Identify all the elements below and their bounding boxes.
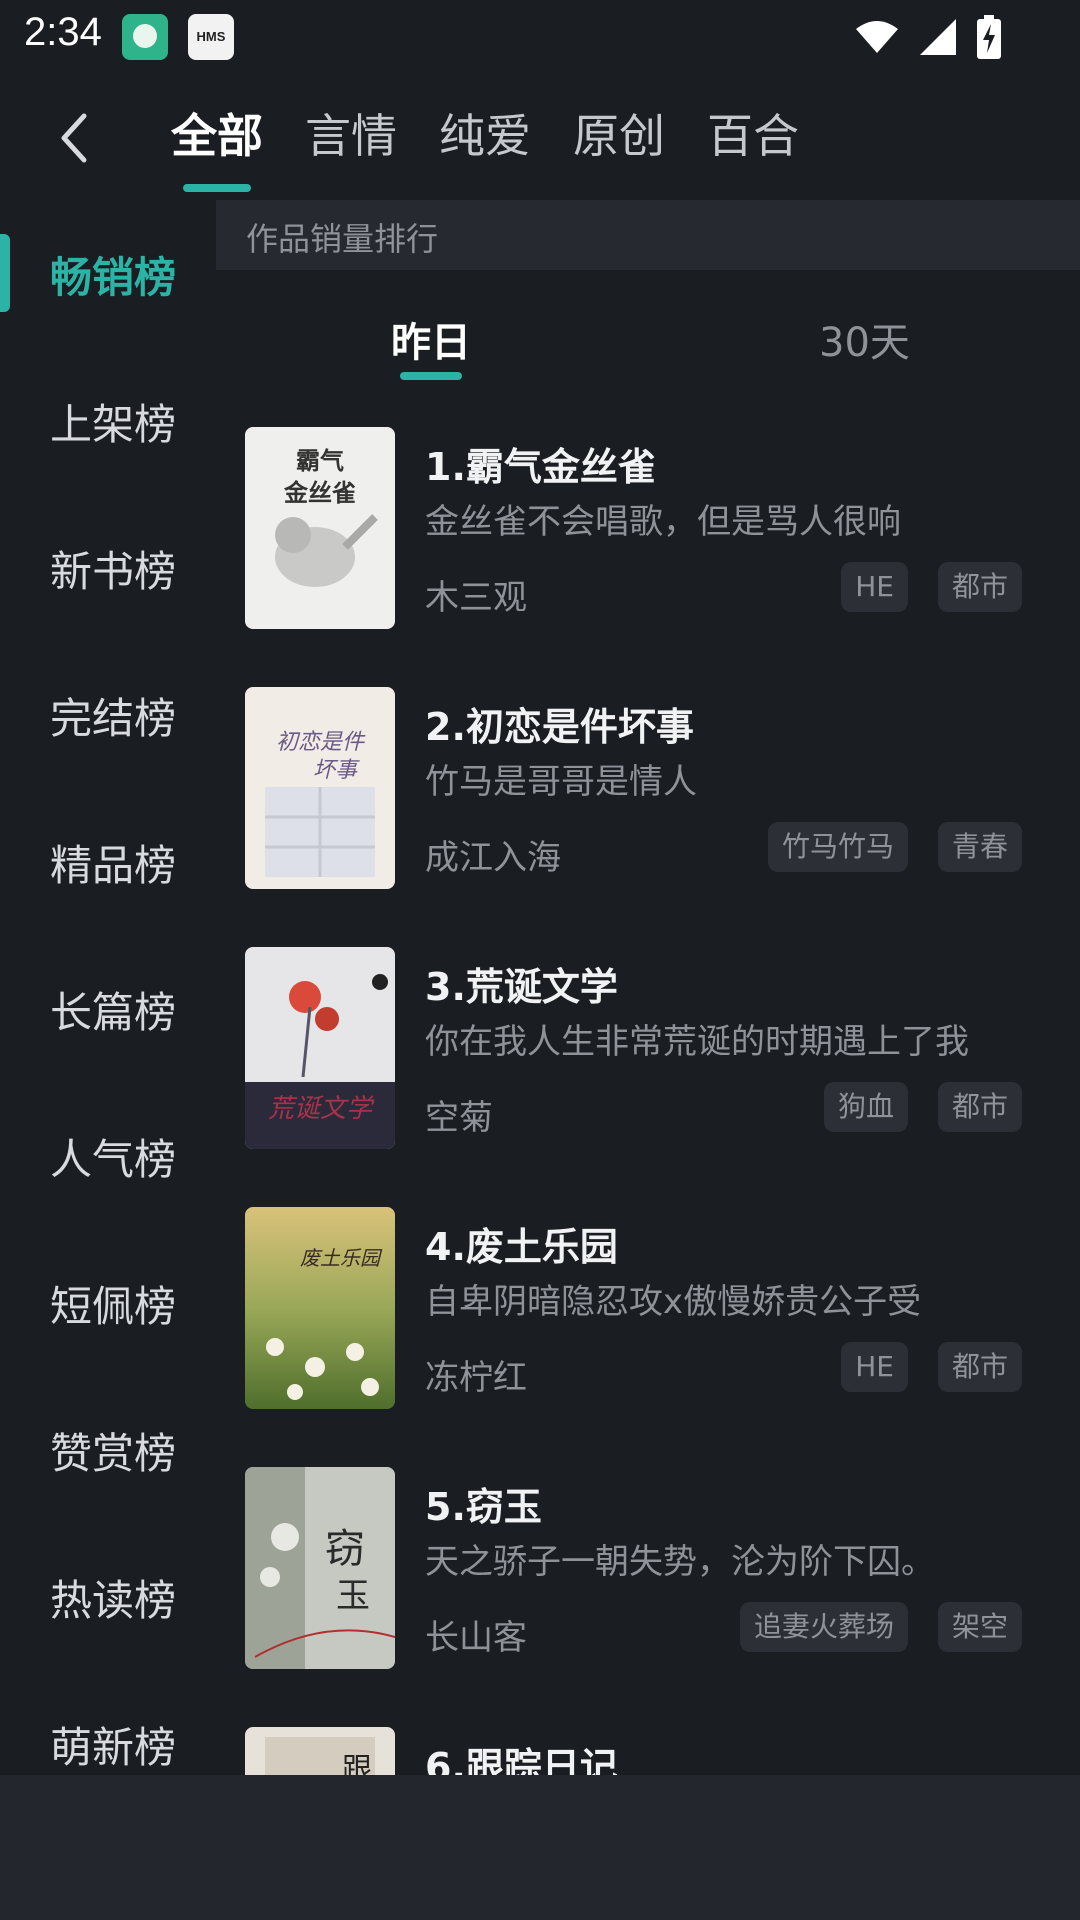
ranking-sidebar: 畅销榜 上架榜 新书榜 完结榜 精品榜 长篇榜 人气榜 短佩榜 赞赏榜 热读榜 … bbox=[0, 200, 215, 1775]
book-cover[interactable]: 窃 玉 bbox=[245, 1467, 395, 1669]
book-cover[interactable]: 初恋是件 坏事 bbox=[245, 687, 395, 889]
system-icons bbox=[854, 14, 1002, 60]
book-item[interactable]: 初恋是件 坏事 2.初恋是件坏事 竹马是哥哥是情人 成江入海 竹马竹马 青春 bbox=[216, 680, 1080, 889]
svg-text:初恋是件: 初恋是件 bbox=[276, 730, 366, 755]
svg-text:玉: 玉 bbox=[336, 1576, 370, 1616]
book-description: 竹马是哥哥是情人 bbox=[425, 762, 697, 802]
book-tags: 竹马竹马 青春 bbox=[767, 822, 1022, 872]
tab-romance[interactable]: 言情 bbox=[284, 100, 418, 166]
period-tabs: 昨日 30天 bbox=[216, 300, 1080, 380]
book-tag[interactable]: 都市 bbox=[937, 562, 1022, 612]
tab-yuri[interactable]: 百合 bbox=[686, 100, 820, 166]
status-bar: 2:34 HMS bbox=[0, 0, 1080, 72]
status-time: 2:34 bbox=[24, 10, 102, 54]
app-icon bbox=[122, 14, 168, 60]
category-bar: 全部 言情 纯爱 原创 百合 bbox=[0, 90, 1080, 180]
book-cover[interactable]: 霸气 金丝雀 bbox=[245, 427, 395, 629]
svg-text:废土乐园: 废土乐园 bbox=[300, 1246, 383, 1270]
book-tag[interactable]: HE bbox=[841, 1342, 908, 1392]
sidebar-item-newcomer[interactable]: 萌新榜 bbox=[50, 1714, 176, 1775]
book-title[interactable]: 5.窃玉 bbox=[425, 1476, 542, 1531]
book-tag[interactable]: HE bbox=[841, 562, 908, 612]
tab-30-days[interactable]: 30天 bbox=[819, 310, 910, 368]
book-tag[interactable]: 竹马竹马 bbox=[767, 822, 908, 872]
book-tags: 狗血 都市 bbox=[823, 1082, 1022, 1132]
svg-text:霸气: 霸气 bbox=[296, 447, 344, 475]
book-tag[interactable]: 都市 bbox=[937, 1082, 1022, 1132]
hms-icon: HMS bbox=[188, 14, 234, 60]
book-title[interactable]: 3.荒诞文学 bbox=[425, 956, 618, 1011]
sidebar-item-bestseller[interactable]: 畅销榜 bbox=[50, 244, 176, 305]
book-tag[interactable]: 架空 bbox=[937, 1602, 1022, 1652]
book-description: 自卑阴暗隐忍攻x傲慢娇贵公子受 bbox=[425, 1282, 922, 1322]
svg-text:窃: 窃 bbox=[325, 1526, 365, 1572]
book-list: 霸气 金丝雀 1.霸气金丝雀 金丝雀不会唱歌，但是骂人很响 木三观 HE 都市 … bbox=[216, 420, 1080, 1775]
tab-original[interactable]: 原创 bbox=[552, 100, 686, 166]
book-description: 你在我人生非常荒诞的时期遇上了我 bbox=[425, 1022, 969, 1062]
svg-text:金丝雀: 金丝雀 bbox=[283, 479, 356, 507]
book-item[interactable]: 窃 玉 5.窃玉 天之骄子一朝失势，沦为阶下囚。 长山客 追妻火葬场 架空 bbox=[216, 1460, 1080, 1669]
sidebar-item-premium[interactable]: 精品榜 bbox=[50, 832, 176, 893]
sidebar-item-tips[interactable]: 赞赏榜 bbox=[50, 1420, 176, 1481]
tab-yesterday[interactable]: 昨日 bbox=[391, 310, 471, 368]
book-author: 空菊 bbox=[425, 1098, 493, 1138]
category-tabs: 全部 言情 纯爱 原创 百合 bbox=[150, 100, 820, 166]
svg-text:跟: 跟 bbox=[342, 1752, 372, 1775]
book-cover[interactable]: 跟 bbox=[245, 1727, 395, 1775]
book-title[interactable]: 1.霸气金丝雀 bbox=[425, 436, 656, 491]
book-item[interactable]: 霸气 金丝雀 1.霸气金丝雀 金丝雀不会唱歌，但是骂人很响 木三观 HE 都市 bbox=[216, 420, 1080, 629]
book-tag[interactable]: 狗血 bbox=[823, 1082, 908, 1132]
battery-charging-icon bbox=[976, 15, 1002, 59]
signal-icon bbox=[918, 17, 958, 57]
book-tags: HE 都市 bbox=[841, 562, 1022, 612]
book-description: 天之骄子一朝失势，沦为阶下囚。 bbox=[425, 1542, 935, 1582]
book-cover[interactable]: 荒诞文学 bbox=[245, 947, 395, 1149]
book-tag[interactable]: 都市 bbox=[937, 1342, 1022, 1392]
sidebar-active-indicator bbox=[0, 234, 10, 312]
book-author: 成江入海 bbox=[425, 838, 561, 878]
book-item[interactable]: 废土乐园 4.废土乐园 自卑阴暗隐忍攻x傲慢娇贵公子受 冻柠红 HE 都市 bbox=[216, 1200, 1080, 1409]
ranking-subtitle: 作品销量排行 bbox=[246, 220, 439, 258]
sidebar-item-new[interactable]: 新书榜 bbox=[50, 538, 176, 599]
bottom-panel bbox=[0, 1775, 1080, 1920]
book-title[interactable]: 4.废土乐园 bbox=[425, 1216, 618, 1271]
ranking-subtitle-bar: 作品销量排行 bbox=[216, 200, 1080, 270]
sidebar-item-long[interactable]: 长篇榜 bbox=[50, 979, 176, 1040]
svg-text:坏事: 坏事 bbox=[313, 758, 360, 783]
book-title[interactable]: 6.跟踪日记 bbox=[425, 1736, 618, 1775]
sidebar-item-finished[interactable]: 完结榜 bbox=[50, 685, 176, 746]
book-tag[interactable]: 追妻火葬场 bbox=[739, 1602, 908, 1652]
sidebar-item-hot-read[interactable]: 热读榜 bbox=[50, 1567, 176, 1628]
book-tag[interactable]: 青春 bbox=[937, 822, 1022, 872]
book-author: 冻柠红 bbox=[425, 1358, 527, 1398]
book-description: 金丝雀不会唱歌，但是骂人很响 bbox=[425, 502, 901, 542]
book-cover[interactable]: 废土乐园 bbox=[245, 1207, 395, 1409]
book-tags: HE 都市 bbox=[841, 1342, 1022, 1392]
book-author: 长山客 bbox=[425, 1618, 527, 1658]
book-tags: 追妻火葬场 架空 bbox=[739, 1602, 1022, 1652]
tab-pure-love[interactable]: 纯爱 bbox=[418, 100, 552, 166]
book-item[interactable]: 跟 6.跟踪日记 bbox=[216, 1720, 1080, 1775]
book-author: 木三观 bbox=[425, 578, 527, 618]
sidebar-item-popular[interactable]: 人气榜 bbox=[50, 1126, 176, 1187]
chevron-left-icon bbox=[50, 113, 100, 172]
wifi-icon bbox=[854, 19, 900, 55]
tab-all[interactable]: 全部 bbox=[150, 100, 284, 166]
sidebar-item-short[interactable]: 短佩榜 bbox=[50, 1273, 176, 1334]
back-button[interactable] bbox=[50, 108, 100, 168]
book-title[interactable]: 2.初恋是件坏事 bbox=[425, 696, 694, 751]
svg-text:荒诞文学: 荒诞文学 bbox=[268, 1094, 375, 1124]
sidebar-item-shelf[interactable]: 上架榜 bbox=[50, 391, 176, 452]
book-item[interactable]: 荒诞文学 3.荒诞文学 你在我人生非常荒诞的时期遇上了我 空菊 狗血 都市 bbox=[216, 940, 1080, 1149]
